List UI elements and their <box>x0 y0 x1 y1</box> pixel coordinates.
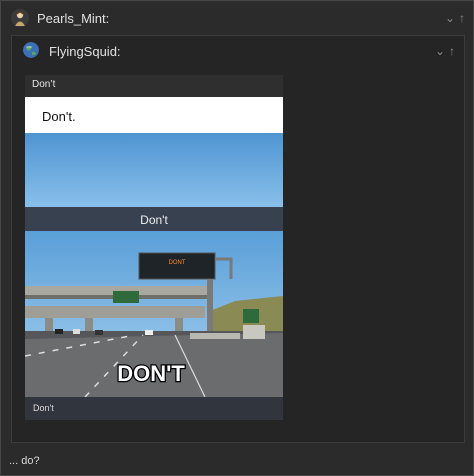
embed-footer: Don't <box>25 397 283 420</box>
collapse-chevron-icon[interactable]: ⌄ <box>445 12 455 24</box>
inner-username[interactable]: FlyingSquid: <box>49 44 121 59</box>
upvote-arrow-icon[interactable]: ↑ <box>449 45 455 57</box>
sign-text: DONT <box>169 260 186 266</box>
meme-sky-panel <box>25 133 283 207</box>
outer-comment-header: Pearls_Mint: ⌄ ↑ <box>1 1 473 35</box>
embed-title: Don’t <box>32 79 56 90</box>
reply-text: ... do? <box>9 455 40 467</box>
meme-top-panel: Don't. <box>25 97 283 133</box>
image-embed-card[interactable]: Don’t Don't. Don't DONT DON'T Don't <box>25 75 283 420</box>
globe-avatar-icon[interactable] <box>23 42 39 58</box>
outer-comment: Pearls_Mint: ⌄ ↑ FlyingSquid: ⌄ ↑ Don’t … <box>0 0 474 476</box>
upvote-arrow-icon[interactable]: ↑ <box>459 12 465 24</box>
highway-photo: DONT DON'T <box>25 231 283 397</box>
meme-middle-caption: Don't <box>140 213 168 227</box>
meme-bottom-text: DON'T <box>117 361 185 386</box>
meme-top-text: Don't. <box>42 109 76 124</box>
meme-image[interactable]: Don't. Don't DONT DON'T <box>25 97 283 397</box>
user-avatar-icon[interactable] <box>11 9 29 27</box>
collapse-chevron-icon[interactable]: ⌄ <box>435 45 445 57</box>
meme-caption-bar: Don't <box>25 207 283 231</box>
outer-username[interactable]: Pearls_Mint: <box>37 11 109 26</box>
embed-footer-text: Don't <box>33 403 54 413</box>
